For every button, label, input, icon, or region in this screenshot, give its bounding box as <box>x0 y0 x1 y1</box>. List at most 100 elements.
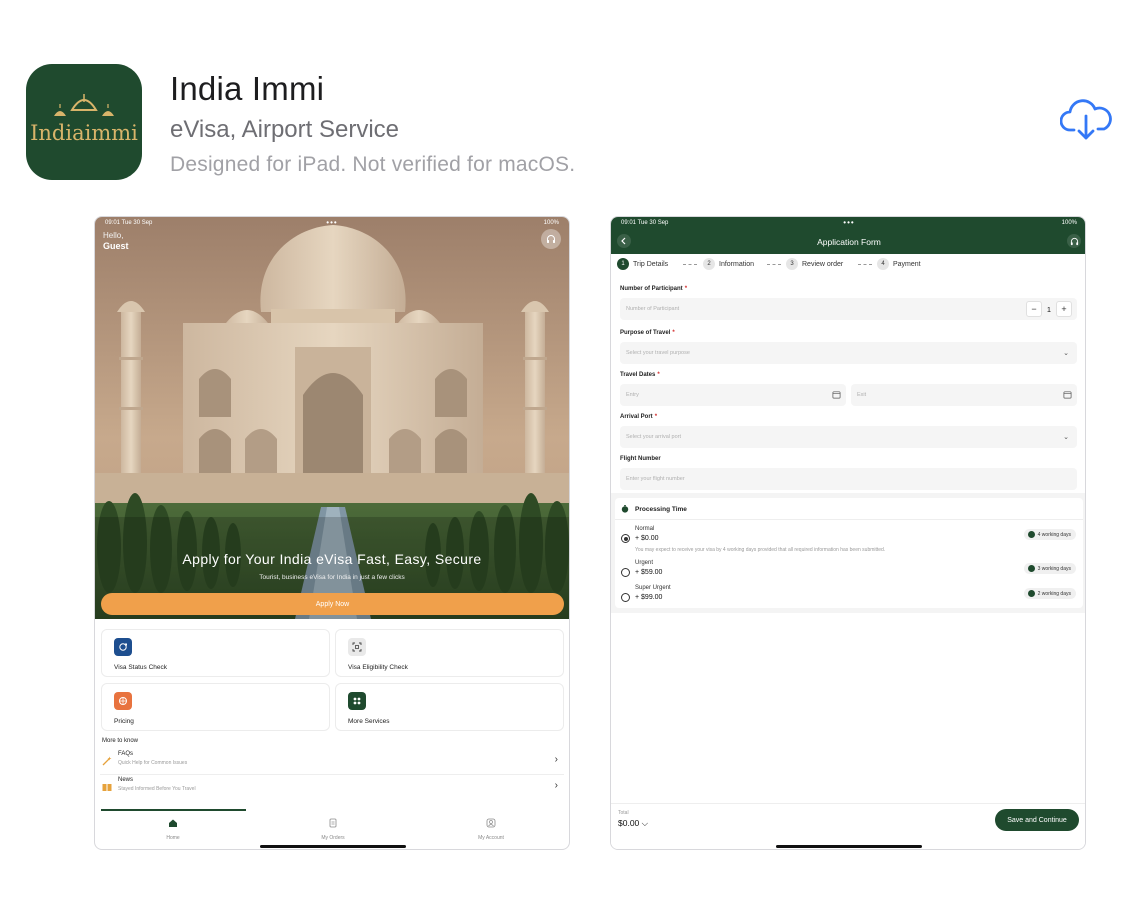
required-mark: * <box>657 372 660 378</box>
calendar-icon <box>832 391 841 399</box>
purpose-placeholder: Select your travel purpose <box>626 350 690 356</box>
step-trip-details[interactable]: 1 Trip Details <box>617 258 668 270</box>
flight-number-input[interactable]: Enter your flight number <box>620 468 1077 490</box>
app-title: India Immi <box>170 70 325 107</box>
card-label: Visa Eligibility Check <box>348 664 408 671</box>
faqs-subtitle: Quick Help for Common Issues <box>118 760 188 766</box>
divider <box>615 519 1083 520</box>
refresh-icon <box>114 638 132 656</box>
exit-placeholder: Exit <box>857 392 867 398</box>
step-review-order[interactable]: 3 Review order <box>786 258 843 270</box>
total-value[interactable]: $0.00 ⌵ <box>618 818 648 829</box>
more-to-know-title: More to know <box>102 738 139 744</box>
arrival-port-placeholder: Select your arrival port <box>626 434 682 440</box>
tab-label: My Account <box>478 835 504 841</box>
app-subtitle: eVisa, Airport Service <box>170 116 399 143</box>
home-icon <box>169 819 177 827</box>
participants-label: Number of Participant * <box>620 286 688 292</box>
quantity-stepper: − 1 + <box>1026 301 1072 317</box>
news-subtitle: Stayed Informed Before You Travel <box>118 786 196 792</box>
entry-placeholder: Entry <box>626 392 639 398</box>
tab-bar: Home My Orders My Account <box>95 807 569 849</box>
step-payment[interactable]: 4 Payment <box>877 258 921 270</box>
option-super-urgent[interactable]: Super Urgent + $99.00 2 working days <box>621 585 1076 607</box>
save-and-continue-button[interactable]: Save and Continue <box>995 809 1079 831</box>
participant-count: 1 <box>1046 304 1052 314</box>
download-button[interactable] <box>1059 98 1112 144</box>
tab-home[interactable]: Home <box>123 815 223 841</box>
tab-my-orders[interactable]: My Orders <box>283 815 383 841</box>
faqs-row[interactable]: FAQs Quick Help for Common Issues › <box>100 749 564 775</box>
option-name: Super Urgent <box>635 585 671 591</box>
magic-wand-icon <box>102 756 112 766</box>
participants-placeholder: Number of Participant <box>626 306 680 312</box>
headphones-icon <box>1070 237 1078 245</box>
support-button[interactable] <box>541 229 561 249</box>
tab-my-account[interactable]: My Account <box>441 815 541 841</box>
decrement-button[interactable]: − <box>1026 301 1042 317</box>
option-price: + $0.00 <box>635 535 659 542</box>
radio-selected[interactable] <box>621 534 630 543</box>
faqs-title: FAQs <box>118 751 134 757</box>
user-name: Guest <box>103 241 129 251</box>
step-information[interactable]: 2 Information <box>703 258 754 270</box>
option-name: Urgent <box>635 560 654 566</box>
travel-dates-label: Travel Dates * <box>620 372 660 378</box>
pricing-card[interactable]: Pricing <box>101 683 330 731</box>
home-indicator <box>260 845 406 848</box>
cloud-download-icon <box>1059 99 1112 140</box>
step-number: 1 <box>617 258 629 270</box>
multitask-dots: ••• <box>326 218 338 227</box>
radio-unselected[interactable] <box>621 593 630 602</box>
arrival-port-label: Arrival Port * <box>620 414 658 420</box>
option-price: + $99.00 <box>635 594 663 601</box>
step-number: 4 <box>877 258 889 270</box>
processing-time-title: Processing Time <box>635 506 687 513</box>
flight-number-label: Flight Number <box>620 456 661 462</box>
step-number: 2 <box>703 258 715 270</box>
chevron-right-icon: › <box>554 754 558 765</box>
multitask-dots: ••• <box>843 218 855 227</box>
tab-label: Home <box>166 835 180 841</box>
purpose-label: Purpose of Travel * <box>620 330 675 336</box>
pricing-icon <box>114 692 132 710</box>
step-connector <box>683 264 697 265</box>
option-urgent[interactable]: Urgent + $59.00 3 working days <box>621 560 1076 582</box>
status-bar: 09:01 Tue 30 Sep ••• 100% <box>95 217 569 229</box>
form-stepper: 1 Trip Details 2 Information 3 Review or… <box>617 258 1081 272</box>
more-services-card[interactable]: More Services <box>335 683 564 731</box>
arrival-port-select[interactable]: Select your arrival port ⌄ <box>620 426 1077 448</box>
app-icon-wordmark: Indiaimmi <box>30 121 138 145</box>
radio-unselected[interactable] <box>621 568 630 577</box>
apply-now-button[interactable]: Apply Now <box>101 593 564 615</box>
purpose-select[interactable]: Select your travel purpose ⌄ <box>620 342 1077 364</box>
account-icon <box>486 818 496 828</box>
headphones-icon <box>547 235 555 243</box>
visa-status-card[interactable]: Visa Status Check <box>101 629 330 677</box>
visa-eligibility-card[interactable]: Visa Eligibility Check <box>335 629 564 677</box>
greeting-text: Hello, <box>103 231 124 240</box>
hero-subtitle: Tourist, business eVisa for India in jus… <box>259 574 405 581</box>
battery-level: 100% <box>1061 220 1077 226</box>
option-price: + $59.00 <box>635 569 663 576</box>
working-days-badge: 2 working days <box>1023 588 1076 599</box>
option-normal[interactable]: Normal + $0.00 4 working days You may ex… <box>621 526 1076 553</box>
participants-field[interactable]: Number of Participant − 1 + <box>620 298 1077 320</box>
grid-icon <box>348 692 366 710</box>
entry-date-field[interactable]: Entry <box>620 384 846 406</box>
chevron-right-icon: › <box>554 780 558 791</box>
scan-icon <box>348 638 366 656</box>
required-mark: * <box>684 286 688 292</box>
card-label: More Services <box>348 718 390 725</box>
stopwatch-icon <box>621 505 629 513</box>
increment-button[interactable]: + <box>1056 301 1072 317</box>
app-logo-icon: Indiaimmi <box>30 94 138 145</box>
exit-date-field[interactable]: Exit <box>851 384 1077 406</box>
news-row[interactable]: News Stayed Informed Before You Travel › <box>100 775 564 801</box>
step-connector <box>858 264 872 265</box>
tab-indicator <box>101 809 246 811</box>
support-button[interactable] <box>1067 234 1081 248</box>
form-header: 09:01 Tue 30 Sep ••• 100% Application Fo… <box>611 217 1085 254</box>
orders-icon <box>329 818 337 828</box>
step-connector <box>767 264 781 265</box>
